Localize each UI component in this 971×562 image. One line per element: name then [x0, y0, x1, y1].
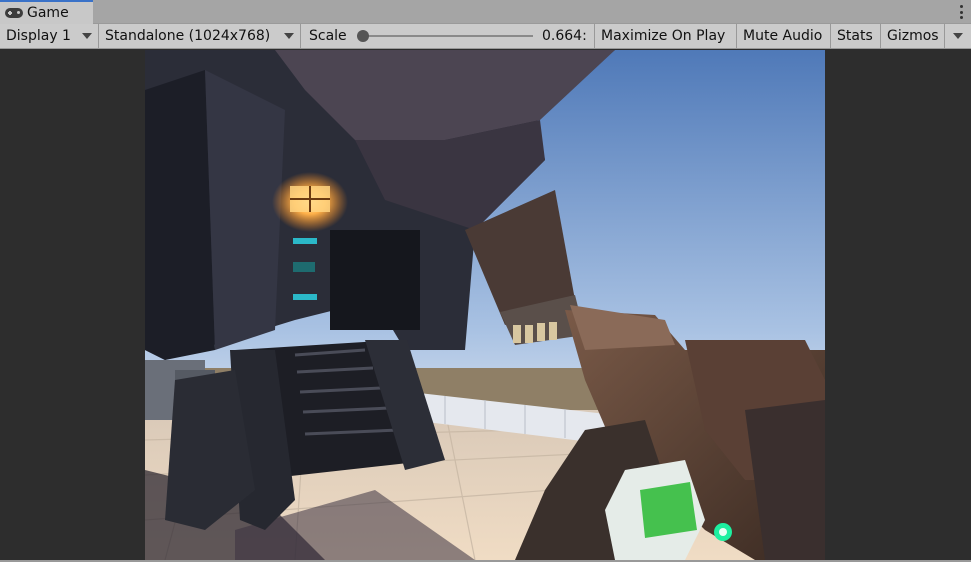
stats-toggle[interactable]: Stats — [831, 24, 881, 48]
display-dropdown-label: Display 1 — [6, 28, 71, 44]
chevron-down-icon — [953, 33, 963, 39]
mute-audio-toggle[interactable]: Mute Audio — [737, 24, 831, 48]
resolution-dropdown-label: Standalone (1024x768) — [105, 28, 271, 44]
scale-slider-track[interactable] — [362, 35, 533, 37]
maximize-on-play-label: Maximize On Play — [601, 28, 726, 44]
chevron-down-icon — [82, 33, 92, 39]
scale-label: Scale — [309, 28, 347, 44]
game-scene-image — [145, 50, 825, 560]
gizmos-dropdown[interactable] — [945, 24, 971, 48]
tab-strip: Game — [0, 0, 971, 24]
maximize-on-play-toggle[interactable]: Maximize On Play — [595, 24, 737, 48]
more-options-icon[interactable] — [959, 5, 963, 19]
chevron-down-icon — [284, 33, 294, 39]
game-tab-label: Game — [27, 5, 69, 21]
stats-label: Stats — [837, 28, 873, 44]
gamepad-icon — [5, 8, 23, 18]
mute-audio-label: Mute Audio — [743, 28, 823, 44]
gizmos-label: Gizmos — [887, 28, 939, 44]
resolution-dropdown[interactable]: Standalone (1024x768) — [99, 24, 301, 48]
game-tab[interactable]: Game — [0, 0, 93, 24]
gizmos-toggle[interactable]: Gizmos — [881, 24, 945, 48]
game-viewport[interactable] — [145, 50, 825, 560]
scale-slider-thumb[interactable] — [357, 30, 369, 42]
display-dropdown[interactable]: Display 1 — [0, 24, 99, 48]
scale-value: 0.664: — [542, 28, 587, 44]
